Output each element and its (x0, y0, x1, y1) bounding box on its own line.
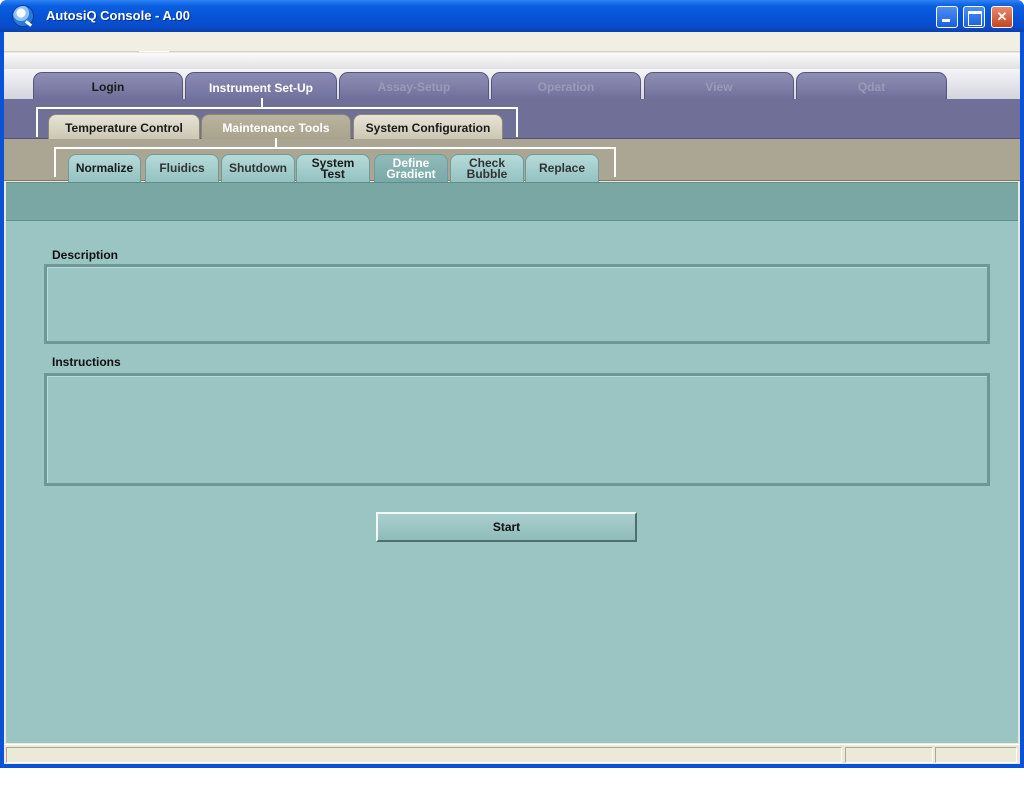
tab-normalize[interactable]: Normalize (68, 154, 141, 182)
maximize-icon[interactable] (963, 6, 985, 28)
tab-system-test[interactable]: System Test (296, 154, 370, 182)
instructions-label: Instructions (52, 355, 121, 369)
status-pane-2 (845, 747, 933, 763)
tab-operation[interactable]: Operation (491, 72, 641, 100)
content-header (6, 182, 1018, 221)
minimize-icon[interactable] (936, 6, 958, 28)
start-button[interactable]: Start (376, 512, 637, 542)
tab-system-configuration[interactable]: System Configuration (353, 114, 503, 141)
toolbar-strip (4, 53, 1020, 69)
description-field[interactable] (44, 264, 990, 344)
window-title: AutosiQ Console - A.00 (46, 8, 190, 23)
tab-view[interactable]: View (644, 72, 794, 100)
tab-login[interactable]: Login (33, 72, 183, 100)
close-icon[interactable]: ✕ (991, 6, 1013, 28)
tab-fluidics[interactable]: Fluidics (145, 154, 219, 182)
tab-check-bubble-line2: Bubble (466, 166, 508, 181)
instructions-field[interactable] (44, 373, 990, 486)
tab-define-gradient[interactable]: Define Gradient (374, 154, 448, 182)
status-bar (4, 744, 1020, 764)
tab-shutdown[interactable]: Shutdown (221, 154, 295, 182)
tab-assay-setup[interactable]: Assay-Setup (339, 72, 489, 100)
tab-replace[interactable]: Replace (525, 154, 599, 182)
tab-define-gradient-line2: Gradient (386, 166, 436, 181)
content-panel: Description Instructions Start (6, 221, 1018, 743)
status-pane-main (6, 747, 842, 763)
app-window: AutosiQ Console - A.00 ✕ Login Instrumen… (0, 0, 1024, 768)
status-pane-3 (935, 747, 1017, 763)
menu-bar (4, 32, 1020, 52)
tab-maintenance-tools[interactable]: Maintenance Tools (201, 114, 351, 141)
description-label: Description (52, 248, 119, 262)
tab-temperature-control[interactable]: Temperature Control (48, 114, 200, 141)
tab-qdat[interactable]: Qdat (796, 72, 947, 100)
app-logo-icon (12, 5, 34, 27)
tab-check-bubble[interactable]: Check Bubble (450, 154, 524, 182)
tab-system-test-line2: Test (321, 166, 345, 181)
menu-separator (139, 51, 169, 52)
client-area: Login Instrument Set-Up Assay-Setup Oper… (4, 32, 1020, 764)
title-bar[interactable]: AutosiQ Console - A.00 ✕ (0, 0, 1024, 32)
